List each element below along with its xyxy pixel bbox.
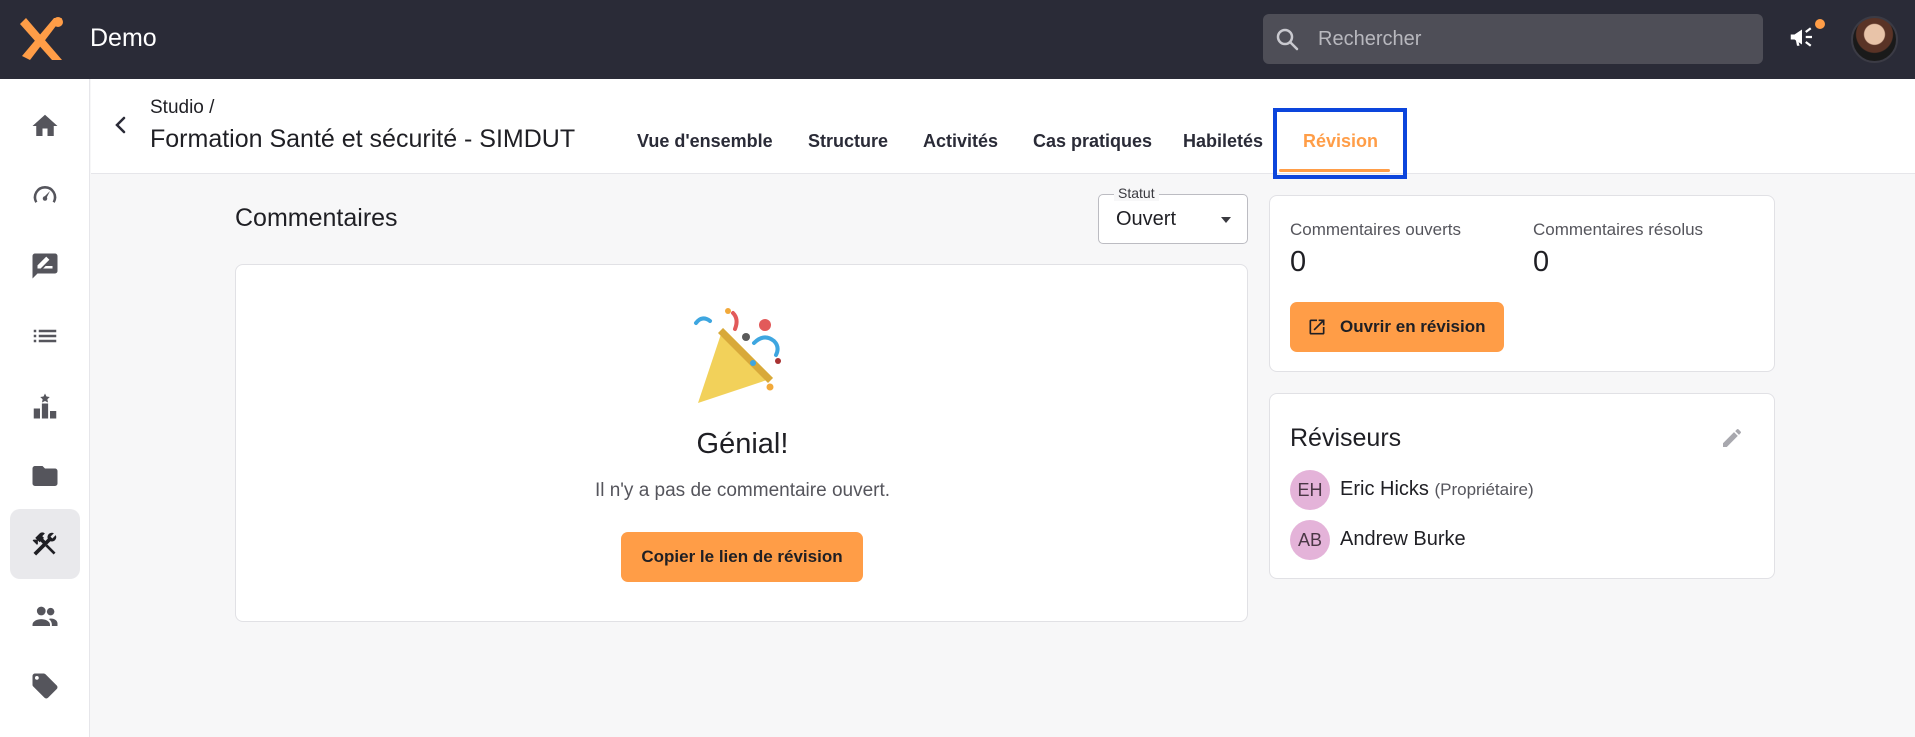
user-avatar[interactable] [1851,16,1898,63]
open-in-review-button[interactable]: Ouvrir en révision [1290,302,1504,352]
reviewer-name: Andrew Burke [1340,528,1466,550]
sidebar-item-tags[interactable] [10,651,80,721]
back-button[interactable] [111,113,131,137]
copy-review-link-button[interactable]: Copier le lien de révision [621,532,863,582]
search-input[interactable] [1318,14,1748,64]
reviewer-name-line: Eric Hicks (Propriétaire) [1340,478,1534,501]
app-logo-icon[interactable] [20,16,68,62]
dashboard-gauge-icon [33,186,57,203]
open-comments-label: Commentaires ouverts [1290,220,1462,239]
sidebar-item-home[interactable] [10,91,80,161]
rate-review-icon [32,253,58,279]
top-bar: Demo [0,0,1915,79]
status-select[interactable]: Statut Ouvert [1098,185,1248,244]
leaderboard-icon [33,393,57,419]
search-icon [1276,28,1299,51]
tab-revision-highlight [1273,108,1407,179]
tools-icon [32,532,57,556]
tab-activities[interactable]: Activités [923,131,998,152]
tab-overview[interactable]: Vue d'ensemble [637,131,773,152]
comments-heading: Commentaires [235,204,398,232]
search-box[interactable] [1263,14,1763,64]
empty-state-subtitle: Il n'y a pas de commentaire ouvert. [594,480,891,501]
open-in-review-label: Ouvrir en révision [1340,317,1486,336]
open-in-new-icon [1309,319,1325,335]
empty-comments-card: Génial! Il n'y a pas de commentaire ouve… [235,264,1248,622]
status-select-label: Statut [1114,185,1159,201]
page-title: Formation Santé et sécurité - SIMDUT [150,125,576,153]
open-comments-count: 0 [1290,246,1307,278]
announcement-button[interactable] [1787,19,1825,56]
sidebar-item-folder[interactable] [10,441,80,511]
page-header: Studio / Formation Santé et sécurité - S… [91,79,1915,174]
breadcrumb[interactable]: Studio / [150,97,214,119]
status-select-value: Ouvert [1116,208,1177,230]
reviewer-item: AB Andrew Burke [1290,520,1750,560]
reviewer-avatar: EH [1290,470,1330,510]
empty-state-title: Génial! [696,428,789,460]
reviewer-name-line: Andrew Burke [1340,528,1466,551]
caret-down-icon [1221,217,1231,223]
tag-icon [32,673,58,699]
home-icon [32,114,58,136]
sidebar-item-leaderboard[interactable] [10,371,80,441]
reviewers-card: Réviseurs EH Eric Hicks (Propriétaire) A… [1269,393,1775,579]
resolved-comments-label: Commentaires résolus [1533,220,1704,239]
party-popper-icon [694,308,781,403]
sidebar-item-people[interactable] [10,581,80,651]
reviewer-name: Eric Hicks [1340,478,1429,500]
sidebar-item-list[interactable] [10,301,80,371]
chevron-left-icon [115,116,126,134]
pencil-icon [1723,429,1741,447]
edit-reviewers-button[interactable] [1720,426,1744,450]
reviewer-item: EH Eric Hicks (Propriétaire) [1290,470,1750,510]
tab-skills[interactable]: Habiletés [1183,131,1263,152]
app-title: Demo [90,24,157,52]
people-icon [32,606,58,626]
reviewer-role: (Propriétaire) [1434,480,1534,499]
sidebar-item-review[interactable] [10,231,80,301]
reviewer-avatar: AB [1290,520,1330,560]
resolved-comments-count: 0 [1533,246,1550,278]
comment-stats-card: Commentaires ouverts 0 Commentaires réso… [1269,195,1775,372]
sidebar [0,79,90,737]
reviewers-heading: Réviseurs [1290,424,1402,452]
megaphone-icon [1790,27,1812,47]
tab-case-studies[interactable]: Cas pratiques [1033,131,1152,152]
folder-icon [32,466,58,486]
notification-dot [1815,19,1825,29]
list-icon [33,329,57,343]
sidebar-item-dashboard[interactable] [10,161,80,231]
sidebar-item-studio[interactable] [10,509,80,579]
tab-structure[interactable]: Structure [808,131,888,152]
